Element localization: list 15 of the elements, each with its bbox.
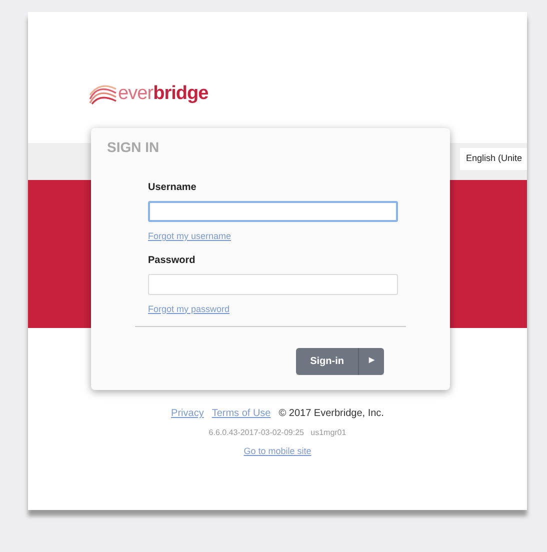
field-label: Password [148, 254, 196, 268]
copyright-text: © 2017 Everbridge, Inc. [278, 407, 384, 421]
card-title: SIGN IN [107, 138, 160, 157]
footer-link[interactable]: Terms of Use [212, 406, 271, 421]
logo-text: everbridge [118, 82, 208, 106]
username-field[interactable] [148, 201, 398, 222]
forgot-username-link[interactable]: Forgot my username [148, 230, 232, 244]
password-field[interactable] [148, 274, 398, 294]
version-text: 6.6.0.43-2017-03-02-09:25 us1mgr01 [208, 427, 346, 439]
language-select[interactable]: English (Unite [460, 148, 527, 170]
logo-icon [88, 83, 118, 106]
mobile-site-link[interactable]: Go to mobile site [244, 445, 312, 458]
footer-link[interactable]: Privacy [171, 406, 204, 421]
forgot-password-link[interactable]: Forgot my password [148, 302, 230, 316]
field-label: Username [148, 181, 198, 195]
